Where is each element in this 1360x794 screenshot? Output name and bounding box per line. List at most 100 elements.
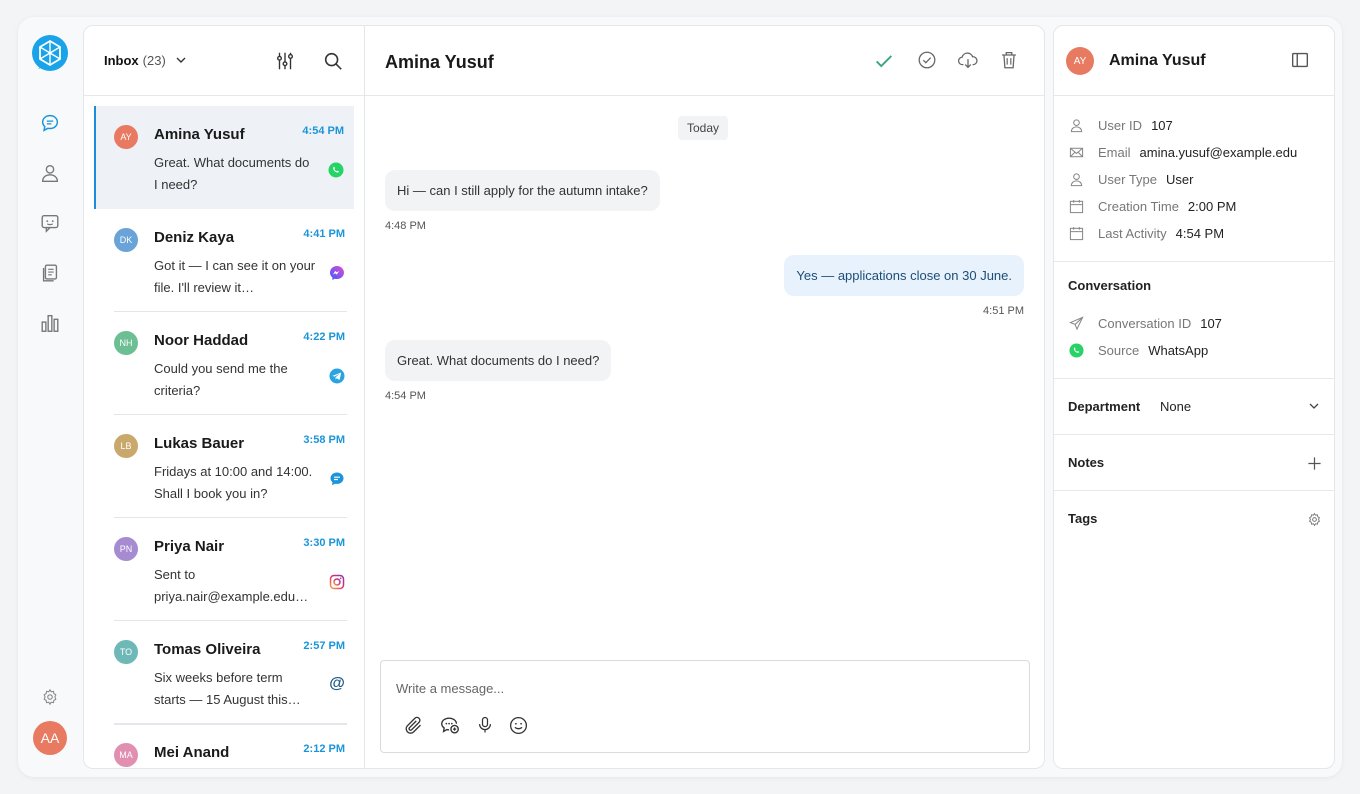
inbox-title: Inbox xyxy=(104,53,139,68)
tags-settings-gear-icon[interactable] xyxy=(1306,511,1322,527)
field-value: WhatsApp xyxy=(1148,342,1209,358)
message-snippet: Six weeks before term starts — 15 August… xyxy=(154,670,301,707)
avatar: MA xyxy=(114,743,138,767)
conversation-id-row: Conversation ID 107 xyxy=(1068,314,1222,332)
user-details-panel: AY Amina Yusuf User ID 107 Email amina.y… xyxy=(1053,25,1335,769)
archive-check-circle-icon[interactable] xyxy=(915,48,939,72)
conversation-item[interactable]: MA Mei Anand 2:12 PM xyxy=(94,724,355,768)
message-time: 4:54 PM xyxy=(385,390,426,402)
conversation-item[interactable]: TO Tomas Oliveira 2:57 PM Six weeks befo… xyxy=(94,621,355,724)
nav-users-icon[interactable] xyxy=(37,160,63,186)
field-value: 107 xyxy=(1200,315,1222,331)
divider xyxy=(1054,434,1334,435)
department-select[interactable]: None xyxy=(1160,399,1191,414)
message-input[interactable]: Write a message... xyxy=(396,681,504,696)
conversation-item[interactable]: AY Amina Yusuf 4:54 PM Great. What docum… xyxy=(94,106,354,209)
add-note-plus-icon[interactable] xyxy=(1306,455,1322,471)
divider xyxy=(1054,261,1334,262)
chat-bubble-icon xyxy=(330,472,344,486)
last-message-time: 3:30 PM xyxy=(303,537,345,549)
search-icon[interactable] xyxy=(321,49,345,73)
notes-label: Notes xyxy=(1068,455,1105,470)
field-value: 4:54 PM xyxy=(1175,225,1225,241)
field-label: User Type xyxy=(1098,171,1158,187)
details-name: Amina Yusuf xyxy=(1109,52,1206,69)
nav-articles-icon[interactable] xyxy=(37,260,63,286)
message-snippet: Could you send me the criteria? xyxy=(154,361,288,398)
toggle-panel-icon[interactable] xyxy=(1288,48,1312,72)
field-value: User xyxy=(1166,171,1194,187)
nav-conversations-icon[interactable] xyxy=(37,110,63,136)
contact-name: Noor Haddad xyxy=(154,332,249,349)
field-value[interactable]: amina.yusuf@example.edu xyxy=(1140,145,1298,160)
attachment-paperclip-icon[interactable] xyxy=(402,714,424,736)
conversation-item[interactable]: PN Priya Nair 3:30 PM Sent to priya.nair… xyxy=(94,518,355,621)
microphone-icon[interactable] xyxy=(474,714,496,736)
whatsapp-icon xyxy=(1068,342,1084,358)
email-at-icon: @ xyxy=(329,675,345,692)
nav-chatbot-icon[interactable] xyxy=(37,210,63,236)
avatar: AY xyxy=(1066,47,1094,75)
date-separator: Today xyxy=(678,116,729,140)
message-composer[interactable]: Write a message... xyxy=(380,660,1030,753)
calendar-icon xyxy=(1068,225,1084,241)
conversation-panel: Amina Yusuf Today Hi — can I still apply… xyxy=(364,25,1045,769)
chevron-down-icon[interactable] xyxy=(1306,398,1322,414)
send-icon xyxy=(1068,315,1084,331)
check-icon[interactable] xyxy=(872,49,896,73)
details-header: AY Amina Yusuf xyxy=(1054,26,1334,96)
whatsapp-icon xyxy=(328,162,344,178)
conversation-title: Amina Yusuf xyxy=(385,52,494,72)
last-message-time: 2:57 PM xyxy=(303,640,345,652)
divider xyxy=(1054,490,1334,491)
conversation-items: AY Amina Yusuf 4:54 PM Great. What docum… xyxy=(84,106,365,768)
conversation-list-panel: Inbox (23) AY Amina Yusuf 4:54 PM Great. … xyxy=(83,25,365,769)
saved-replies-icon[interactable] xyxy=(439,714,461,736)
message-bubble-outgoing: Yes — applications close on 30 June. xyxy=(784,255,1024,296)
divider xyxy=(114,724,347,725)
avatar: TO xyxy=(114,640,138,664)
current-user-avatar[interactable]: AA xyxy=(33,721,67,755)
contact-name: Mei Anand xyxy=(154,744,230,761)
field-label: Source xyxy=(1098,342,1140,358)
source-row: Source WhatsApp xyxy=(1068,341,1208,359)
conversation-item[interactable]: LB Lukas Bauer 3:58 PM Fridays at 10:00 … xyxy=(94,415,355,518)
user-icon xyxy=(1068,171,1084,187)
field-label: Last Activity xyxy=(1098,225,1167,241)
conversation-item[interactable]: DK Deniz Kaya 4:41 PM Got it — I can see… xyxy=(94,209,355,312)
message-bubble-incoming: Hi — can I still apply for the autumn in… xyxy=(385,170,660,211)
filter-sliders-icon[interactable] xyxy=(273,49,297,73)
avatar: AY xyxy=(114,125,138,149)
message-time: 4:51 PM xyxy=(983,305,1024,317)
message-time: 4:48 PM xyxy=(385,220,426,232)
cloud-download-icon[interactable] xyxy=(956,48,980,72)
inbox-dropdown[interactable]: Inbox (23) xyxy=(104,53,187,68)
field-label: Conversation ID xyxy=(1098,315,1192,331)
app-logo-icon[interactable] xyxy=(32,35,68,71)
emoji-icon[interactable] xyxy=(507,714,529,736)
user-id-row: User ID 107 xyxy=(1068,116,1173,134)
instagram-icon xyxy=(329,574,345,590)
avatar: DK xyxy=(114,228,138,252)
message-snippet: Got it — I can see it on your file. I'll… xyxy=(154,258,316,295)
contact-name: Amina Yusuf xyxy=(154,126,245,143)
last-activity-row: Last Activity 4:54 PM xyxy=(1068,224,1224,242)
trash-icon[interactable] xyxy=(997,48,1021,72)
field-label: Creation Time xyxy=(1098,198,1179,214)
message-bubble-incoming: Great. What documents do I need? xyxy=(385,340,612,381)
side-nav: AA xyxy=(18,17,83,777)
avatar: PN xyxy=(114,537,138,561)
nav-reports-icon[interactable] xyxy=(37,310,63,336)
inbox-count: (23) xyxy=(142,53,166,68)
divider xyxy=(1054,378,1334,379)
field-value: 107 xyxy=(1151,117,1173,133)
tags-label: Tags xyxy=(1068,511,1098,526)
telegram-icon xyxy=(329,368,345,384)
app-window: AA Inbox (23) AY Amina Yusuf 4:54 PM Grea… xyxy=(18,17,1342,777)
contact-name: Lukas Bauer xyxy=(154,435,245,452)
conversation-section-title: Conversation xyxy=(1068,278,1152,293)
settings-gear-icon[interactable] xyxy=(37,684,63,710)
conversation-item[interactable]: NH Noor Haddad 4:22 PM Could you send me… xyxy=(94,312,355,415)
list-header: Inbox (23) xyxy=(84,26,365,96)
contact-name: Tomas Oliveira xyxy=(154,641,261,658)
